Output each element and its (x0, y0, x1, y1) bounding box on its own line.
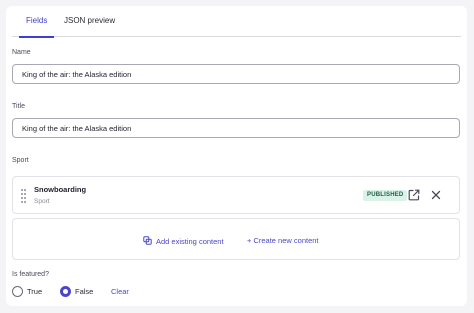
tab-fields[interactable]: Fields (19, 14, 55, 38)
add-content-area: Add existing content + Create new conten… (12, 218, 460, 260)
drag-handle-icon[interactable] (21, 189, 26, 203)
name-field[interactable] (12, 64, 460, 84)
create-new-content-button[interactable]: + Create new content (247, 236, 319, 245)
tab-json-preview[interactable]: JSON preview (64, 14, 115, 36)
title-label: Title (12, 103, 25, 110)
radio-true-label: True (27, 287, 43, 296)
radio-true[interactable] (12, 286, 23, 297)
close-icon[interactable] (429, 188, 443, 202)
name-label: Name (12, 49, 31, 56)
status-badge: PUBLISHED (363, 190, 408, 201)
open-external-icon[interactable] (407, 188, 421, 202)
editor-panel: Fields JSON preview Name Title Sport Sno… (6, 6, 467, 306)
add-existing-content-button[interactable]: Add existing content (143, 236, 224, 247)
create-new-content-label: + Create new content (247, 236, 319, 245)
sport-label: Sport (12, 157, 29, 164)
referenced-content-card: Snowboarding Sport PUBLISHED (12, 176, 460, 214)
radio-false-label: False (75, 287, 94, 296)
referenced-item-title: Snowboarding (34, 185, 87, 194)
is-featured-radio-group: True False Clear (12, 285, 212, 299)
tab-bar: Fields JSON preview (12, 6, 461, 38)
link-icon (143, 236, 152, 247)
is-featured-label: Is featured? (12, 271, 49, 278)
add-existing-content-label: Add existing content (156, 237, 224, 246)
radio-false[interactable] (60, 286, 71, 297)
title-field[interactable] (12, 118, 460, 138)
referenced-item-type: Sport (34, 198, 50, 205)
clear-selection-link[interactable]: Clear (111, 287, 129, 296)
